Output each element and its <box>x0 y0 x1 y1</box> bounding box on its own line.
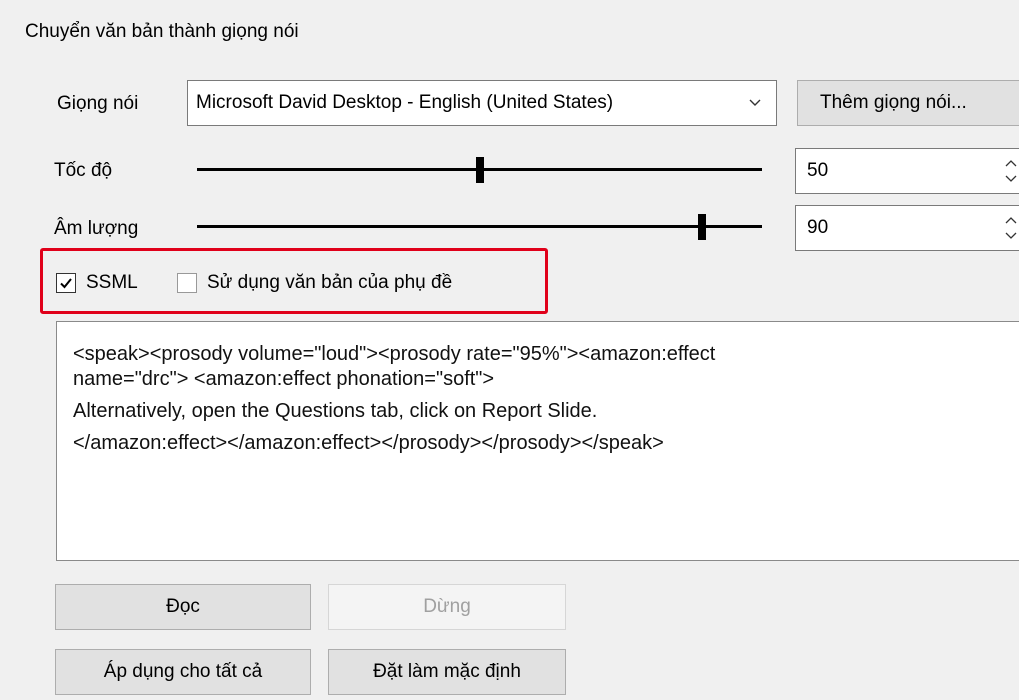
stepper-arrows-icon[interactable] <box>1004 210 1018 246</box>
voice-select-value: Microsoft David Desktop - English (Unite… <box>196 92 614 113</box>
checkbox-unchecked-icon[interactable] <box>177 273 197 293</box>
speed-slider[interactable] <box>197 157 762 183</box>
add-voice-button[interactable]: Thêm giọng nói... <box>797 80 1019 126</box>
set-default-button[interactable]: Đặt làm mặc định <box>328 649 566 695</box>
read-button[interactable]: Đọc <box>55 584 311 630</box>
voice-select[interactable]: Microsoft David Desktop - English (Unite… <box>187 80 777 126</box>
text-to-speech-panel: Chuyển văn bản thành giọng nói Giọng nói… <box>0 0 1019 700</box>
speed-label: Tốc độ <box>54 160 113 181</box>
speed-stepper[interactable]: 50 <box>795 148 1019 194</box>
volume-label: Âm lượng <box>54 218 139 239</box>
volume-slider-thumb[interactable] <box>698 214 706 240</box>
chevron-down-icon <box>749 99 761 106</box>
ssml-checkbox[interactable]: SSML <box>56 272 138 294</box>
speed-value: 50 <box>807 160 829 181</box>
volume-stepper[interactable]: 90 <box>795 205 1019 251</box>
volume-slider[interactable] <box>197 214 762 240</box>
subtitle-text-label: Sử dụng văn bản của phụ đề <box>207 272 453 293</box>
text-line: name="drc"> <amazon:effect phonation="so… <box>73 368 495 390</box>
speed-slider-thumb[interactable] <box>476 157 484 183</box>
text-line: </amazon:effect></amazon:effect></prosod… <box>73 432 664 454</box>
text-input-area[interactable]: <speak><prosody volume="loud"><prosody r… <box>56 321 1019 561</box>
apply-all-button[interactable]: Áp dụng cho tất cả <box>55 649 311 695</box>
stop-button[interactable]: Dừng <box>328 584 566 630</box>
stepper-arrows-icon[interactable] <box>1004 153 1018 189</box>
text-line: <speak><prosody volume="loud"><prosody r… <box>73 343 716 365</box>
subtitle-text-checkbox[interactable]: Sử dụng văn bản của phụ đề <box>177 272 452 294</box>
dialog-title: Chuyển văn bản thành giọng nói <box>25 21 299 42</box>
ssml-label: SSML <box>86 272 138 293</box>
volume-value: 90 <box>807 217 829 238</box>
checkbox-checked-icon[interactable] <box>56 273 76 293</box>
text-line: Alternatively, open the Questions tab, c… <box>73 400 598 422</box>
voice-label: Giọng nói <box>57 93 139 114</box>
